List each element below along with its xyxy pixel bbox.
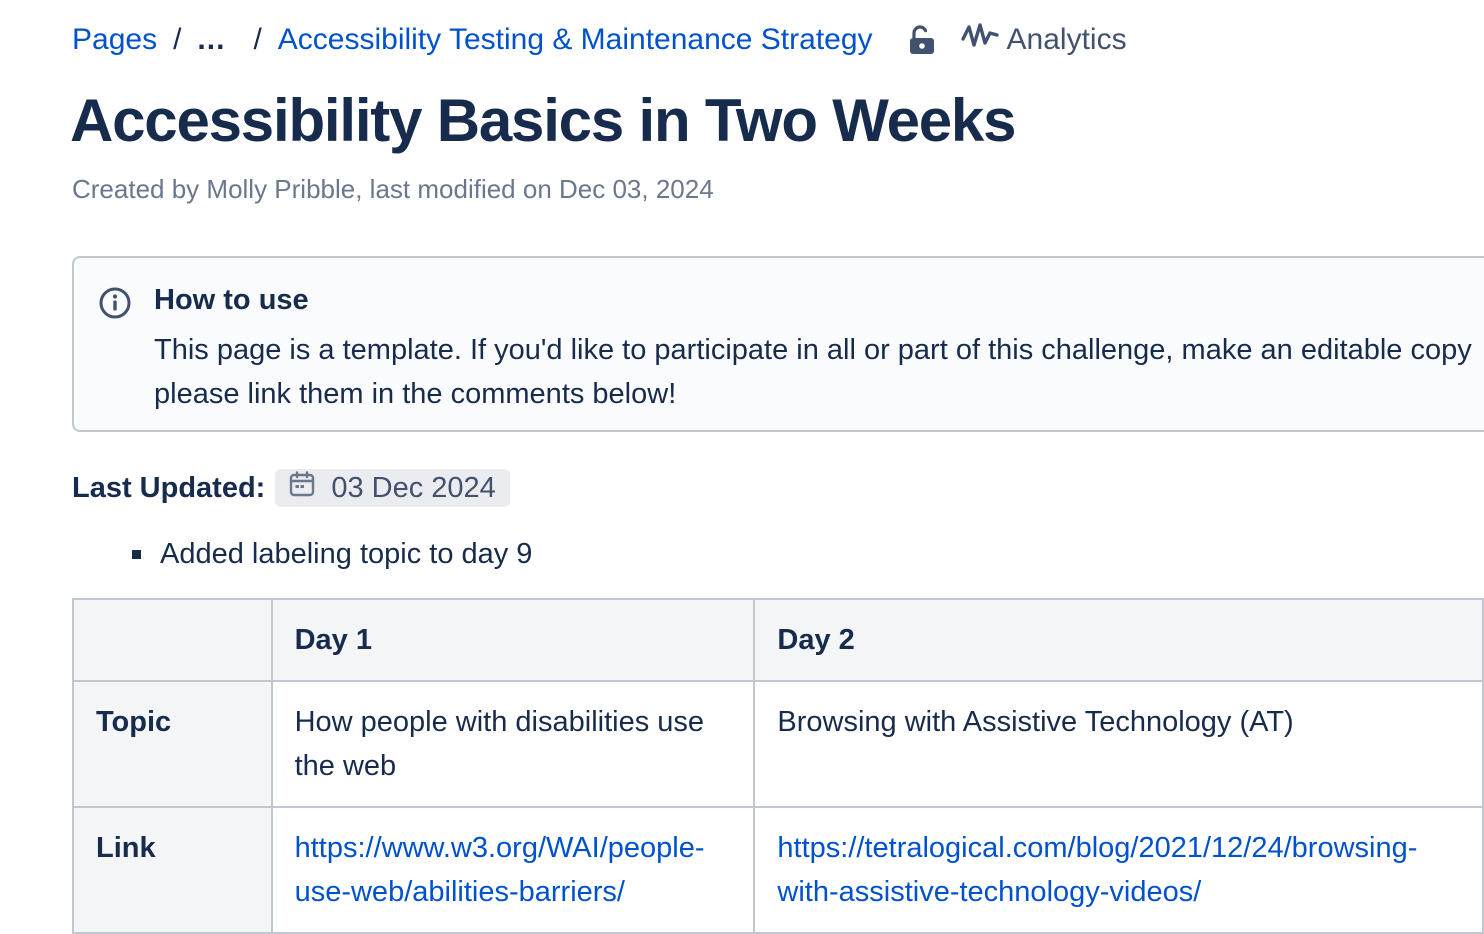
breadcrumb-ellipsis-button[interactable]: ... — [197, 23, 225, 57]
analytics-label: Analytics — [1006, 23, 1127, 56]
table-cell: Browsing with Assistive Technology (AT) — [753, 680, 1484, 808]
table-row: Link https://www.w3.org/WAI/people-use-w… — [72, 806, 1484, 934]
breadcrumb-pages-link[interactable]: Pages — [72, 23, 157, 57]
table-header-row: Day 1 Day 2 — [72, 598, 1484, 682]
analytics-button[interactable]: Analytics — [960, 21, 1127, 59]
day1-resource-link[interactable]: https://www.w3.org/WAI/people-use-web/ab… — [295, 832, 705, 908]
schedule-table: Day 1 Day 2 Topic How people with disabi… — [72, 598, 1484, 934]
info-icon — [98, 286, 132, 325]
table-header-cell: Day 2 — [753, 598, 1484, 682]
table-cell: https://tetralogical.com/blog/2021/12/24… — [753, 806, 1484, 934]
table-cell: How people with disabilities use the web — [270, 680, 756, 808]
calendar-icon — [289, 471, 331, 505]
last-updated-row: Last Updated: 03 Dec 2024 — [72, 468, 510, 508]
table-header-cell — [72, 598, 273, 682]
list-item: Added labeling topic to day 9 — [132, 532, 532, 576]
page-byline: Created by Molly Pribble, last modified … — [72, 174, 714, 204]
analytics-icon — [960, 21, 1007, 59]
date-chip[interactable]: 03 Dec 2024 — [275, 469, 510, 507]
breadcrumb-separator: / — [253, 23, 262, 56]
unlock-icon[interactable] — [907, 24, 937, 56]
table-row-label: Link — [72, 806, 273, 934]
date-chip-value: 03 Dec 2024 — [331, 471, 496, 504]
breadcrumb: Pages / ... / Accessibility Testing & Ma… — [72, 18, 1127, 62]
day2-resource-link[interactable]: https://tetralogical.com/blog/2021/12/24… — [777, 832, 1417, 908]
table-row-label: Topic — [72, 680, 273, 808]
info-panel-line: please link them in the comments below! — [154, 378, 677, 410]
last-updated-label: Last Updated: — [72, 471, 266, 504]
info-panel: How to use This page is a template. If y… — [72, 256, 1484, 432]
table-row: Topic How people with disabilities use t… — [72, 680, 1484, 808]
changes-list: Added labeling topic to day 9 — [132, 532, 532, 576]
breadcrumb-parent-link[interactable]: Accessibility Testing & Maintenance Stra… — [278, 23, 873, 57]
info-panel-line: This page is a template. If you'd like t… — [154, 334, 1472, 366]
table-header-cell: Day 1 — [270, 598, 756, 682]
info-panel-body: This page is a template. If you'd like t… — [154, 328, 1484, 416]
page-title: Accessibility Basics in Two Weeks — [70, 87, 1016, 154]
breadcrumb-separator: / — [173, 23, 182, 56]
info-panel-heading: How to use — [154, 284, 309, 316]
table-cell: https://www.w3.org/WAI/people-use-web/ab… — [270, 806, 756, 934]
